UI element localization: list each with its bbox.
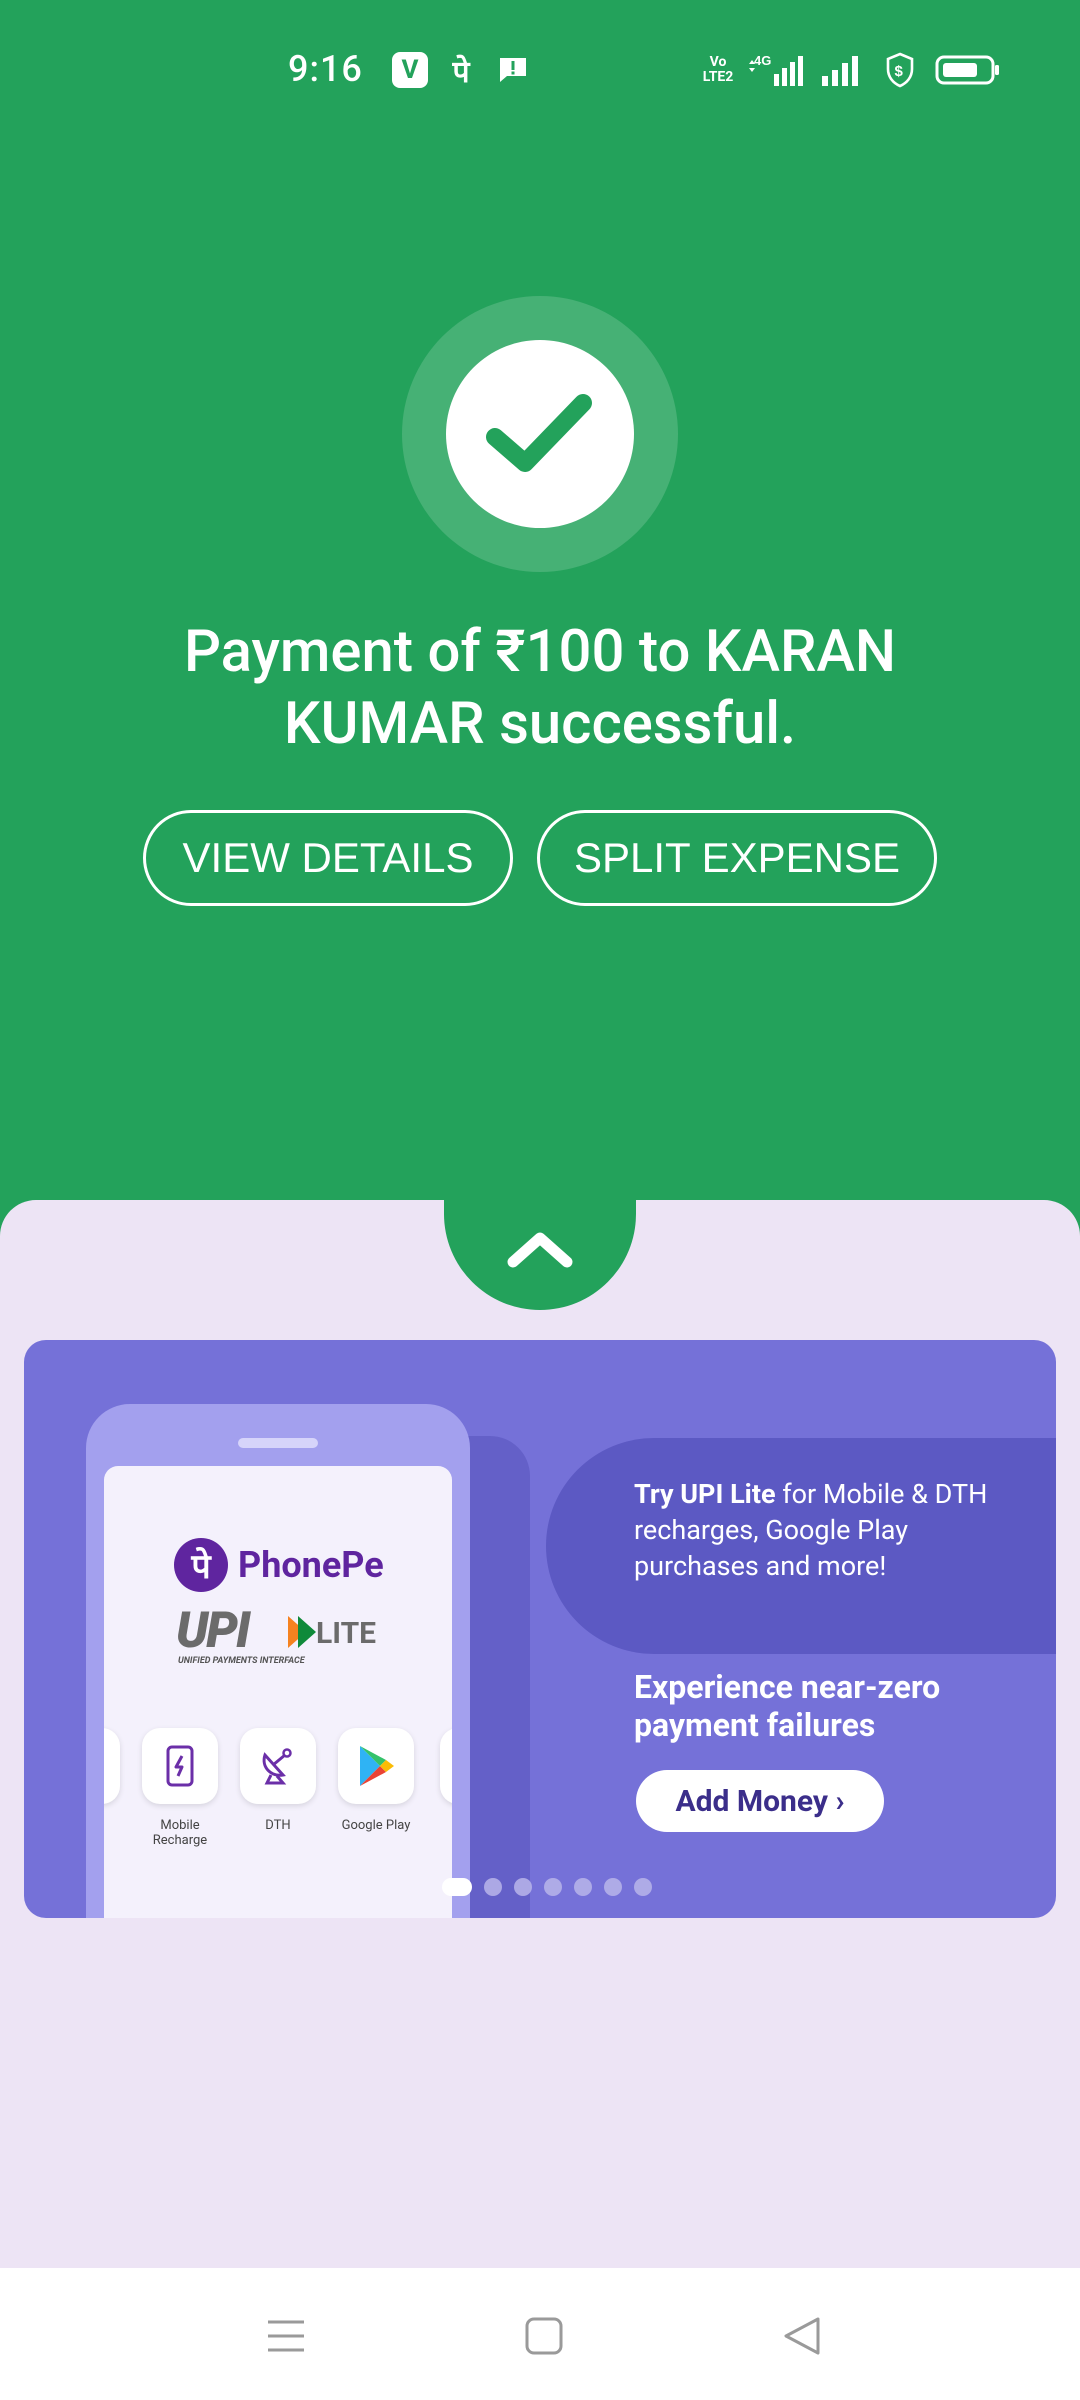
chevron-up-icon [507,1232,573,1268]
phonepe-notification-icon: पे [452,54,470,90]
svg-text:$: $ [895,63,904,80]
signal-4g-icon: 4G [748,52,808,88]
upi-lite-promo-banner[interactable]: पे PhonePe UPI LITE UNIFIED PAYMENTS INT… [24,1340,1056,1918]
service-mobile-recharge: Mobile Recharge [140,1728,220,1848]
carousel-indicator [442,1878,652,1896]
carousel-dot[interactable] [514,1878,532,1896]
upi-arrow-icon [288,1616,316,1648]
lite-wordmark: LITE [316,1616,377,1651]
mobile-recharge-label: Mobile Recharge [152,1818,208,1848]
service-tile-partial-right [440,1728,452,1804]
upi-subtitle: UNIFIED PAYMENTS INTERFACE [178,1656,305,1666]
promo-bold-text: Try UPI Lite [634,1478,776,1510]
split-expense-button[interactable]: SPLIT EXPENSE [537,810,937,906]
google-play-label: Google Play [341,1818,411,1833]
home-square-icon[interactable] [514,2306,574,2366]
add-money-button[interactable]: Add Money › [636,1770,884,1832]
phonepe-logo: पे PhonePe [174,1538,384,1592]
upi-lite-logo: UPI LITE UNIFIED PAYMENTS INTERFACE [176,1602,386,1666]
google-play-icon [338,1728,414,1804]
success-check-icon [446,340,634,528]
carousel-dot[interactable] [634,1878,652,1896]
signal-strength-icon [820,52,864,88]
carousel-dot[interactable] [574,1878,592,1896]
carousel-dot[interactable] [604,1878,622,1896]
service-dth: DTH [238,1728,318,1833]
dth-label: DTH [265,1818,291,1833]
menu-icon[interactable] [256,2306,316,2366]
mobile-recharge-icon [142,1728,218,1804]
status-bar: 9:16 V पे Vo LTE2 4G $ [0,0,1080,140]
satellite-dish-icon [240,1728,316,1804]
status-time: 9:16 [288,48,363,90]
volte-label-top: Vo [709,54,727,70]
phone-illustration: पे PhonePe UPI LITE UNIFIED PAYMENTS INT… [86,1404,470,1918]
phone-screen: पे PhonePe UPI LITE UNIFIED PAYMENTS INT… [104,1466,452,1918]
phonepe-logo-icon: पे [174,1538,228,1592]
vpn-app-icon: V [392,52,428,88]
service-google-play: Google Play [336,1728,416,1833]
shield-dollar-icon: $ [882,52,918,88]
promo-headline: Experience near-zero payment failures [634,1668,941,1744]
payment-success-message: Payment of ₹100 to KARAN KUMAR successfu… [183,618,897,758]
battery-icon [934,52,1002,88]
phone-speaker [238,1438,318,1448]
system-navigation-bar [0,2268,1080,2400]
svg-text:4G: 4G [754,53,771,68]
volte-label-bottom: LTE2 [702,69,734,85]
upi-wordmark: UPI [176,1602,250,1660]
message-alert-icon [496,52,530,88]
back-triangle-icon[interactable] [772,2306,832,2366]
service-tile-partial-left [104,1728,120,1804]
volte-icon: Vo LTE2 [698,52,738,88]
carousel-dot[interactable] [484,1878,502,1896]
view-details-button[interactable]: VIEW DETAILS [143,810,513,906]
carousel-dot[interactable] [544,1878,562,1896]
phonepe-wordmark: PhonePe [238,1544,384,1586]
promo-description: Try UPI Lite for Mobile & DTH recharges,… [634,1476,1034,1584]
carousel-dot-active[interactable] [442,1878,472,1896]
